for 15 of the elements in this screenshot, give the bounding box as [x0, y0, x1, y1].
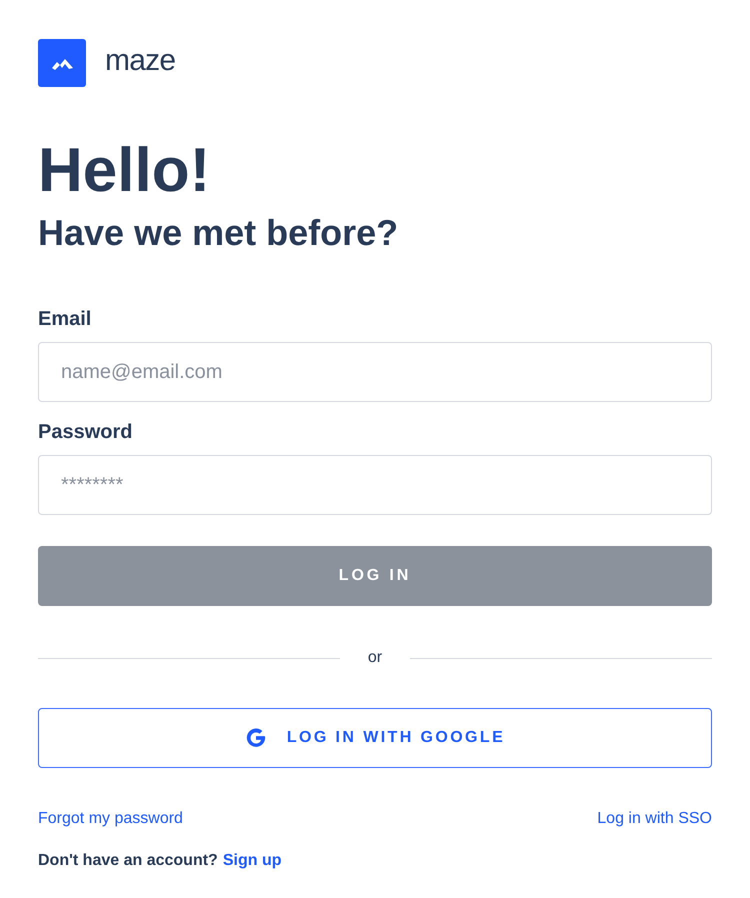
google-icon	[244, 727, 267, 749]
logo-icon	[38, 38, 86, 86]
sso-login-link[interactable]: Log in with SSO	[597, 807, 712, 831]
divider-text: or	[366, 648, 384, 668]
signup-prompt: Don't have an account?	[38, 851, 218, 871]
input-field[interactable]: name@email.com	[38, 342, 712, 402]
google-login-button[interactable]: LOG IN WITH GOOGLE	[38, 708, 712, 768]
page-title: Hello!	[38, 135, 210, 207]
forgot-password-link[interactable]: Forgot my password	[38, 807, 183, 831]
page-subtitle: Have we met before?	[38, 211, 398, 255]
input-field[interactable]: ********	[38, 455, 712, 515]
brand-name: maze	[105, 43, 176, 79]
sign-up-link[interactable]: Sign up	[222, 849, 282, 873]
field-label: Email	[38, 307, 92, 331]
field-label: Password	[38, 420, 132, 444]
